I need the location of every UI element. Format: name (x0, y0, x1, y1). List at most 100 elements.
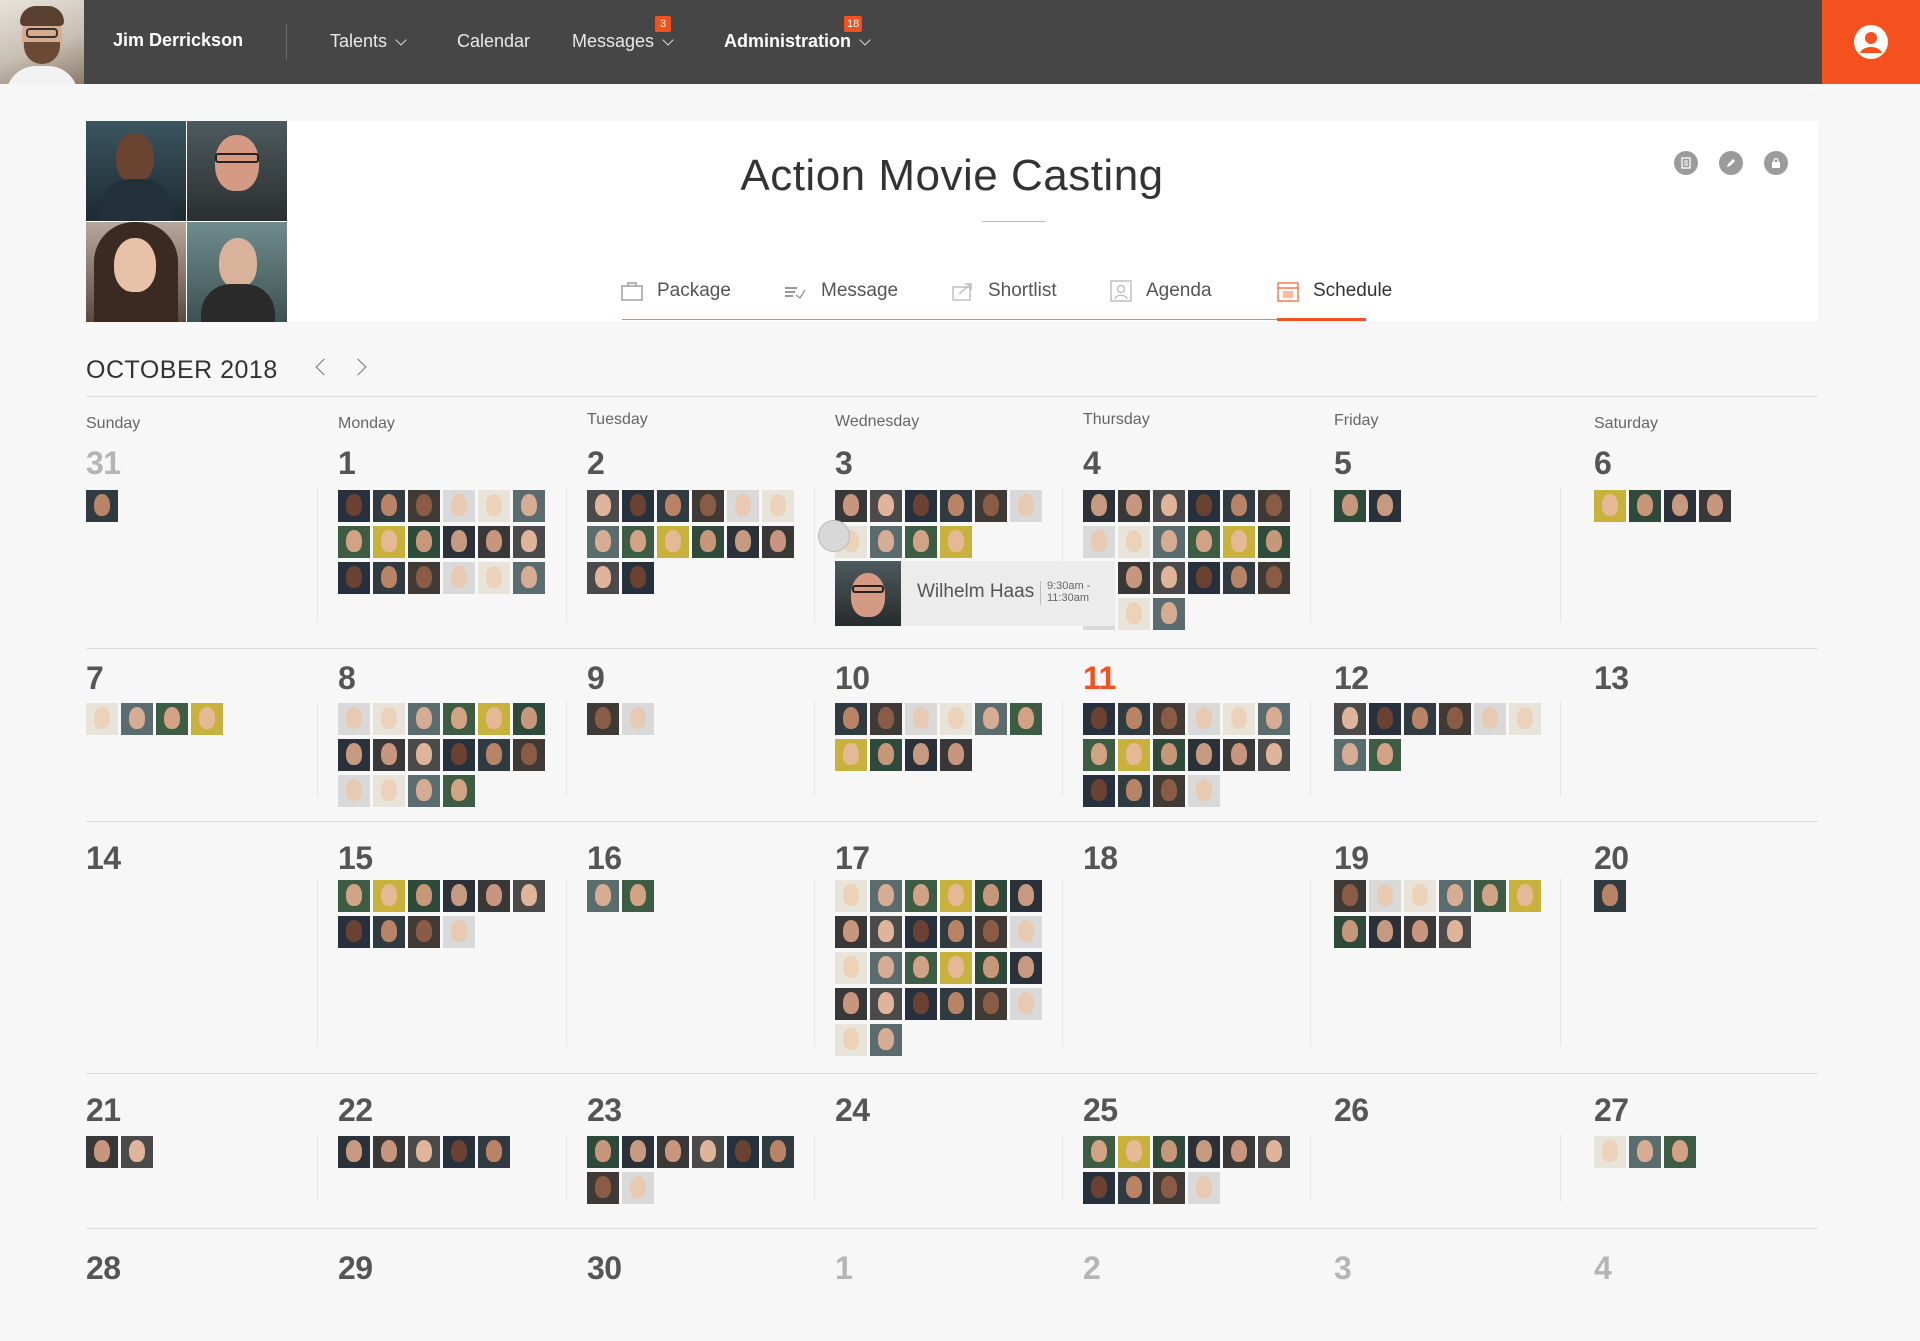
talent-thumbnail[interactable] (622, 562, 654, 594)
nav-talents[interactable]: Talents (330, 31, 407, 52)
talent-thumbnail[interactable] (587, 880, 619, 912)
talent-thumbnail[interactable] (338, 562, 370, 594)
talent-thumbnail[interactable] (762, 490, 794, 522)
talent-thumbnail[interactable] (1118, 739, 1150, 771)
talent-thumbnail[interactable] (1153, 739, 1185, 771)
day-number[interactable]: 14 (86, 840, 121, 877)
talent-thumbnail[interactable] (373, 1136, 405, 1168)
talent-thumbnail[interactable] (478, 880, 510, 912)
talent-thumbnail[interactable] (408, 490, 440, 522)
talent-thumbnail[interactable] (622, 1172, 654, 1204)
nav-messages[interactable]: Messages (572, 31, 674, 52)
talent-thumbnail[interactable] (86, 703, 118, 735)
talent-thumbnail[interactable] (1509, 880, 1541, 912)
talent-thumbnail[interactable] (1118, 526, 1150, 558)
talent-thumbnail[interactable] (1258, 1136, 1290, 1168)
nav-calendar[interactable]: Calendar (457, 31, 530, 52)
talent-thumbnail[interactable] (1188, 490, 1220, 522)
talent-thumbnail[interactable] (408, 775, 440, 807)
talent-thumbnail[interactable] (443, 739, 475, 771)
day-number[interactable]: 3 (835, 445, 853, 482)
talent-thumbnail[interactable] (1010, 490, 1042, 522)
tab-shortlist[interactable]: Shortlist (952, 276, 1057, 306)
talent-thumbnail[interactable] (443, 880, 475, 912)
talent-thumbnail[interactable] (1010, 703, 1042, 735)
talent-thumbnail[interactable] (478, 739, 510, 771)
talent-thumbnail[interactable] (762, 526, 794, 558)
talent-thumbnail[interactable] (975, 916, 1007, 948)
talent-thumbnail[interactable] (1334, 490, 1366, 522)
talent-thumbnail[interactable] (1223, 703, 1255, 735)
edit-button[interactable] (1719, 151, 1743, 175)
talent-thumbnail[interactable] (835, 703, 867, 735)
talent-thumbnail[interactable] (870, 916, 902, 948)
day-number[interactable]: 29 (338, 1250, 373, 1287)
talent-thumbnail[interactable] (975, 880, 1007, 912)
day-number[interactable]: 1 (338, 445, 356, 482)
talent-thumbnail[interactable] (338, 916, 370, 948)
talent-thumbnail[interactable] (1629, 490, 1661, 522)
talent-thumbnail[interactable] (1118, 598, 1150, 630)
talent-thumbnail[interactable] (1223, 490, 1255, 522)
talent-thumbnail[interactable] (905, 952, 937, 984)
talent-thumbnail[interactable] (1010, 880, 1042, 912)
day-number[interactable]: 24 (835, 1092, 870, 1129)
notes-button[interactable] (1674, 151, 1698, 175)
day-number[interactable]: 17 (835, 840, 870, 877)
day-number[interactable]: 7 (86, 660, 104, 697)
talent-thumbnail[interactable] (513, 526, 545, 558)
day-number[interactable]: 10 (835, 660, 870, 697)
talent-thumbnail[interactable] (1153, 490, 1185, 522)
talent-thumbnail[interactable] (478, 490, 510, 522)
talent-thumbnail[interactable] (870, 526, 902, 558)
day-number[interactable]: 5 (1334, 445, 1352, 482)
talent-thumbnail[interactable] (622, 1136, 654, 1168)
talent-thumbnail[interactable] (835, 1024, 867, 1056)
day-number[interactable]: 22 (338, 1092, 373, 1129)
talent-thumbnail[interactable] (478, 526, 510, 558)
talent-thumbnail[interactable] (1334, 880, 1366, 912)
day-number[interactable]: 23 (587, 1092, 622, 1129)
nav-administration[interactable]: Administration (724, 31, 871, 52)
talent-thumbnail[interactable] (1010, 916, 1042, 948)
talent-thumbnail[interactable] (1664, 1136, 1696, 1168)
day-number[interactable]: 18 (1083, 840, 1118, 877)
talent-thumbnail[interactable] (1153, 775, 1185, 807)
talent-thumbnail[interactable] (338, 703, 370, 735)
drag-handle[interactable] (818, 520, 850, 552)
talent-thumbnail[interactable] (975, 988, 1007, 1020)
talent-thumbnail[interactable] (1258, 739, 1290, 771)
talent-thumbnail[interactable] (1083, 526, 1115, 558)
talent-thumbnail[interactable] (121, 1136, 153, 1168)
talent-thumbnail[interactable] (513, 880, 545, 912)
talent-thumbnail[interactable] (513, 703, 545, 735)
day-number[interactable]: 25 (1083, 1092, 1118, 1129)
talent-thumbnail[interactable] (1010, 988, 1042, 1020)
talent-thumbnail[interactable] (940, 916, 972, 948)
talent-thumbnail[interactable] (1153, 562, 1185, 594)
appointment-popover[interactable]: Wilhelm Haas 9:30am - 11:30am (835, 561, 1115, 626)
talent-thumbnail[interactable] (870, 880, 902, 912)
talent-thumbnail[interactable] (373, 916, 405, 948)
talent-thumbnail[interactable] (1369, 703, 1401, 735)
talent-thumbnail[interactable] (1083, 1172, 1115, 1204)
talent-thumbnail[interactable] (905, 739, 937, 771)
talent-thumbnail[interactable] (940, 952, 972, 984)
day-number[interactable]: 19 (1334, 840, 1369, 877)
talent-thumbnail[interactable] (1664, 490, 1696, 522)
talent-thumbnail[interactable] (905, 916, 937, 948)
talent-thumbnail[interactable] (587, 490, 619, 522)
talent-thumbnail[interactable] (1404, 703, 1436, 735)
talent-thumbnail[interactable] (1188, 1172, 1220, 1204)
talent-thumbnail[interactable] (338, 526, 370, 558)
talent-thumbnail[interactable] (1153, 1136, 1185, 1168)
talent-thumbnail[interactable] (940, 739, 972, 771)
account-button[interactable] (1822, 0, 1920, 84)
talent-thumbnail[interactable] (1699, 490, 1731, 522)
day-number[interactable]: 28 (86, 1250, 121, 1287)
day-number-today[interactable]: 11 (1083, 660, 1116, 697)
tab-schedule[interactable]: Schedule (1277, 276, 1392, 306)
next-month-button[interactable] (349, 358, 367, 376)
talent-thumbnail[interactable] (1118, 1136, 1150, 1168)
talent-thumbnail[interactable] (1153, 1172, 1185, 1204)
